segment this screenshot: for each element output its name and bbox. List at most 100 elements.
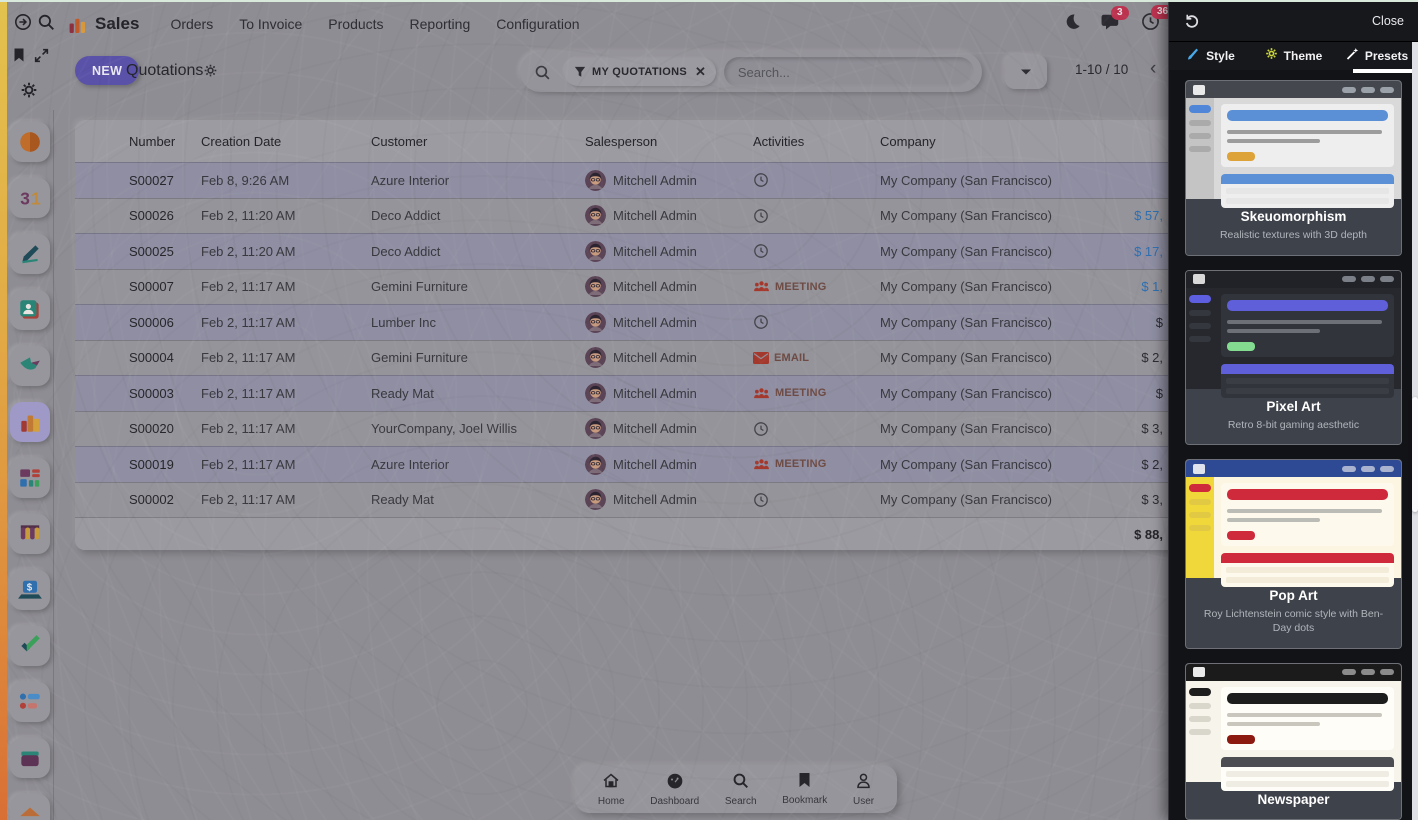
svg-text:3: 3 [20, 189, 30, 209]
nav-item-to-invoice[interactable]: To Invoice [239, 16, 302, 32]
meeting-activity-icon[interactable] [753, 387, 770, 400]
control-row: NEW Quotations MY QUOTATIONS ✕ 1-10 / 10… [55, 50, 1168, 94]
pie-icon[interactable] [10, 794, 50, 820]
row-number: S00002 [129, 492, 201, 507]
breadcrumb-title[interactable]: Quotations [126, 62, 203, 80]
dove-icon[interactable] [10, 346, 50, 386]
nav-item-products[interactable]: Products [328, 16, 383, 32]
app-name[interactable]: Sales [95, 14, 139, 34]
clock-activity-icon[interactable] [753, 492, 769, 508]
nav-item-configuration[interactable]: Configuration [496, 16, 579, 32]
gear-icon[interactable] [20, 81, 38, 99]
column-header-salesperson[interactable]: Salesperson [585, 134, 753, 149]
bookmark-icon[interactable] [11, 47, 27, 63]
table-row[interactable]: S00027Feb 8, 9:26 AMAzure InteriorMitche… [75, 162, 1193, 198]
activities-clock-icon[interactable]: 36 [1141, 12, 1160, 36]
panel-scrollbar-thumb[interactable] [1412, 397, 1418, 512]
clock-activity-icon[interactable] [753, 172, 769, 188]
clock-activity-icon[interactable] [753, 243, 769, 259]
column-header-number[interactable]: Number [129, 134, 201, 149]
timesheet-icon[interactable] [10, 682, 50, 722]
meeting-activity-icon[interactable] [753, 458, 770, 471]
pencil-icon[interactable] [10, 234, 50, 274]
dock-item-home[interactable]: Home [598, 772, 625, 807]
user-icon [855, 772, 872, 794]
meeting-activity-icon[interactable] [753, 280, 770, 293]
column-header-customer[interactable]: Customer [371, 134, 585, 149]
inventory-icon[interactable] [10, 738, 50, 778]
dock-item-dashboard[interactable]: Dashboard [650, 772, 699, 807]
row-salesperson: Mitchell Admin [613, 350, 697, 365]
clock-activity-icon[interactable] [753, 314, 769, 330]
row-number: S00027 [129, 173, 201, 188]
dock-item-bookmark[interactable]: Bookmark [782, 772, 827, 806]
filter-remove-icon[interactable]: ✕ [695, 64, 706, 80]
preset-card-pop-art[interactable]: Pop ArtRoy Lichtenstein comic style with… [1185, 459, 1402, 648]
sales-app-logo-icon[interactable] [68, 15, 87, 34]
panel-tab-theme[interactable]: Theme [1252, 42, 1335, 70]
row-number: S00003 [129, 386, 201, 401]
email-activity-icon[interactable] [753, 352, 769, 364]
sales-icon[interactable] [10, 402, 50, 442]
arrow-circle-icon[interactable] [14, 13, 32, 31]
row-customer: Azure Interior [371, 457, 585, 472]
nav-item-reporting[interactable]: Reporting [410, 16, 471, 32]
preset-card-skeuomorphism[interactable]: SkeuomorphismRealistic textures with 3D … [1185, 80, 1402, 256]
row-salesperson: Mitchell Admin [613, 279, 697, 294]
panel-tab-style[interactable]: Style [1169, 42, 1252, 70]
search-dropdown-button[interactable] [1005, 55, 1047, 89]
window-top-edge [0, 0, 1418, 2]
clock-activity-icon[interactable] [753, 208, 769, 224]
row-salesperson: Mitchell Admin [613, 492, 697, 507]
search-input[interactable] [724, 57, 974, 87]
row-salesperson: Mitchell Admin [613, 457, 697, 472]
close-button[interactable]: Close [1372, 14, 1404, 28]
row-salesperson: Mitchell Admin [613, 208, 697, 223]
calendar-icon[interactable]: 31 [10, 178, 50, 218]
apps-grid-icon[interactable] [10, 458, 50, 498]
search-icon [732, 772, 749, 794]
contacts-icon[interactable] [10, 290, 50, 330]
todo-icon[interactable] [10, 626, 50, 666]
filter-chip[interactable]: MY QUOTATIONS ✕ [564, 58, 716, 86]
table-row[interactable]: S00007Feb 2, 11:17 AMGemini FurnitureMit… [75, 269, 1193, 305]
column-header-company[interactable]: Company [880, 134, 1126, 149]
table-row[interactable]: S00019Feb 2, 11:17 AMAzure InteriorMitch… [75, 446, 1193, 482]
table-row[interactable]: S00002Feb 2, 11:17 AMReady MatMitchell A… [75, 482, 1193, 518]
accounting-icon[interactable]: $ [10, 570, 50, 610]
table-body: S00027Feb 8, 9:26 AMAzure InteriorMitche… [75, 162, 1193, 517]
view-settings-gear-icon[interactable] [203, 63, 218, 83]
preset-card-pixel-art[interactable]: Pixel ArtRetro 8-bit gaming aesthetic [1185, 270, 1402, 446]
panel-tab-presets[interactable]: Presets [1335, 42, 1418, 70]
clock-activity-icon[interactable] [753, 421, 769, 437]
table-row[interactable]: S00003Feb 2, 11:17 AMReady MatMitchell A… [75, 375, 1193, 411]
avatar [585, 276, 606, 297]
theme-customizer-panel: Close StyleThemePresets SkeuomorphismRea… [1168, 0, 1418, 820]
column-header-creation-date[interactable]: Creation Date [201, 134, 371, 149]
pos-icon[interactable] [10, 514, 50, 554]
table-row[interactable]: S00020Feb 2, 11:17 AMYourCompany, Joel W… [75, 411, 1193, 447]
search-icon[interactable] [37, 13, 55, 31]
expand-icon[interactable] [33, 47, 50, 64]
nav-item-orders[interactable]: Orders [170, 16, 213, 32]
table-row[interactable]: S00025Feb 2, 11:20 AMDeco AddictMitchell… [75, 233, 1193, 269]
dock-item-search[interactable]: Search [725, 772, 757, 807]
row-customer: Gemini Furniture [371, 350, 585, 365]
messages-icon[interactable]: 3 [1101, 13, 1121, 36]
discuss-icon[interactable] [10, 122, 50, 162]
svg-text:$: $ [27, 583, 33, 594]
table-row[interactable]: S00006Feb 2, 11:17 AMLumber IncMitchell … [75, 304, 1193, 340]
preset-card-newspaper[interactable]: Newspaper [1185, 663, 1402, 820]
dock-item-user[interactable]: User [853, 772, 874, 807]
table-row[interactable]: S00004Feb 2, 11:17 AMGemini FurnitureMit… [75, 340, 1193, 376]
search-icon[interactable] [528, 64, 556, 81]
preset-preview [1186, 460, 1401, 578]
home-icon [602, 772, 620, 794]
undo-icon[interactable] [1183, 12, 1200, 29]
table-row[interactable]: S00026Feb 2, 11:20 AMDeco AddictMitchell… [75, 198, 1193, 234]
row-number: S00007 [129, 279, 201, 294]
column-header-activities[interactable]: Activities [753, 134, 880, 149]
dark-mode-moon-icon[interactable] [1062, 12, 1081, 36]
panel-scrollbar[interactable] [1412, 42, 1418, 820]
pager-prev-icon[interactable]: ‹ [1150, 58, 1156, 80]
